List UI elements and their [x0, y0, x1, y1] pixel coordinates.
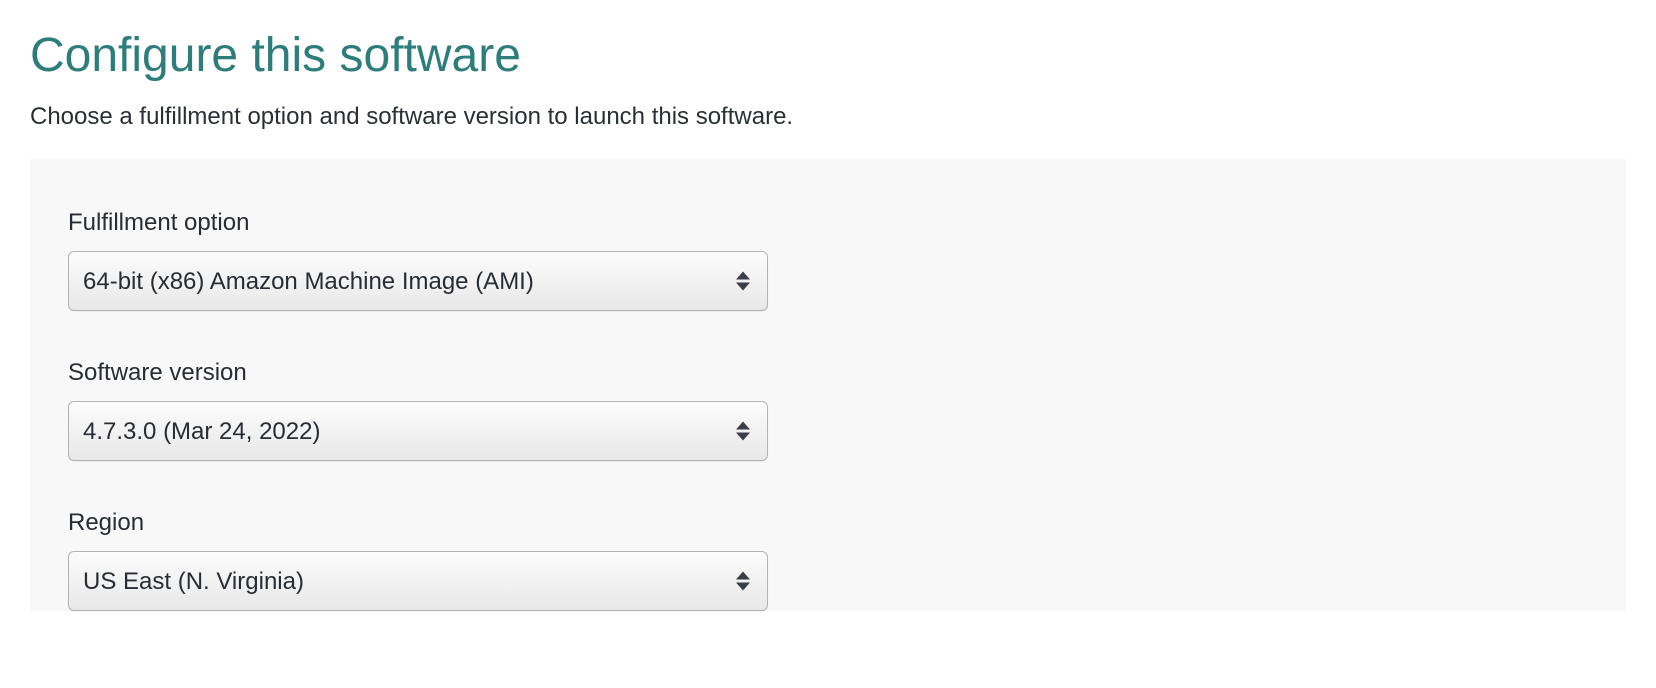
fulfillment-option-select-wrapper: 64-bit (x86) Amazon Machine Image (AMI) [68, 251, 768, 311]
software-version-select[interactable]: 4.7.3.0 (Mar 24, 2022) [68, 401, 768, 461]
software-version-select-wrapper: 4.7.3.0 (Mar 24, 2022) [68, 401, 768, 461]
region-select[interactable]: US East (N. Virginia) [68, 551, 768, 611]
region-group: Region US East (N. Virginia) [68, 509, 1588, 611]
fulfillment-option-group: Fulfillment option 64-bit (x86) Amazon M… [68, 209, 1588, 311]
fulfillment-option-label: Fulfillment option [68, 209, 1588, 237]
page-title: Configure this software [0, 0, 1656, 93]
region-label: Region [68, 509, 1588, 537]
config-panel: Fulfillment option 64-bit (x86) Amazon M… [30, 159, 1626, 611]
fulfillment-option-select[interactable]: 64-bit (x86) Amazon Machine Image (AMI) [68, 251, 768, 311]
page-subtitle: Choose a fulfillment option and software… [0, 93, 1656, 159]
software-version-group: Software version 4.7.3.0 (Mar 24, 2022) [68, 359, 1588, 461]
software-version-label: Software version [68, 359, 1588, 387]
region-select-wrapper: US East (N. Virginia) [68, 551, 768, 611]
